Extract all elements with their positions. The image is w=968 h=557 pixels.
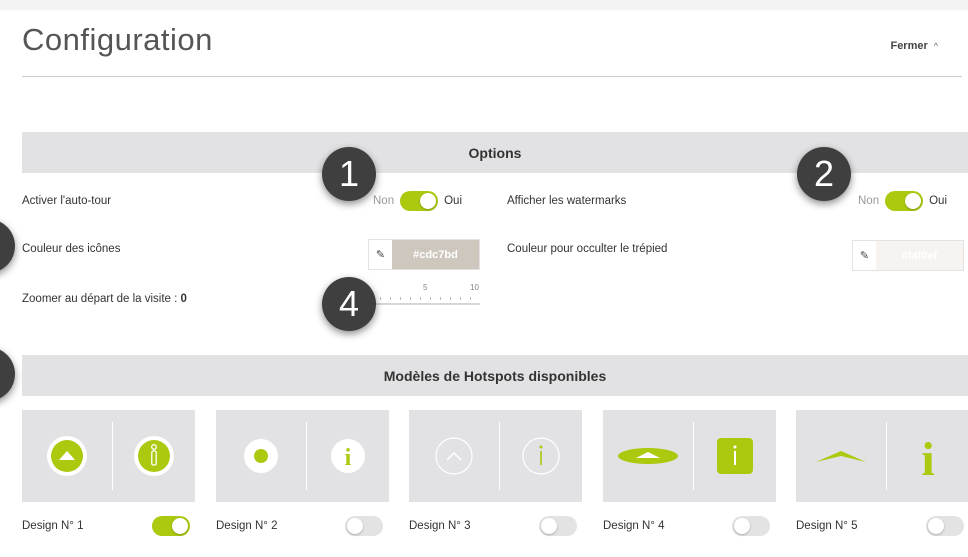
annotation-badge: 1 (322, 147, 376, 201)
toggle-knob (928, 518, 944, 534)
page-title: Configuration (22, 22, 213, 57)
slider-tick (450, 297, 451, 300)
design-2-toggle[interactable] (345, 516, 383, 536)
zoom-label: Zoomer au départ de la visite : (22, 293, 178, 305)
design-5-info-icon-cell: i (887, 410, 968, 502)
slider-tick (400, 297, 401, 300)
icon-color-value: #cdc7bd (392, 240, 479, 269)
slider-tick-label: 5 (423, 283, 428, 292)
design-5-toggle[interactable] (926, 516, 964, 536)
autotour-off-label: Non (373, 195, 395, 207)
watermarks-off-label: Non (858, 195, 880, 207)
autotour-toggle[interactable] (400, 191, 439, 211)
autotour-label: Activer l'auto-tour (22, 195, 112, 207)
design-1-label: Design N° 1 (22, 520, 84, 532)
design-4-toggle[interactable] (732, 516, 770, 536)
design-3-preview[interactable] (409, 410, 582, 502)
info-square-icon (717, 438, 753, 474)
design-4-info-icon-cell (694, 410, 776, 502)
icon-color-picker[interactable]: ✎ #cdc7bd (368, 239, 480, 270)
chevron-up-icon: ^ (933, 41, 938, 51)
tripod-color-picker[interactable]: ✎ #f4f0ef (852, 240, 964, 271)
design-3-move-icon-cell (409, 410, 499, 502)
hotspots-section-title: Modèles de Hotspots disponibles (383, 367, 607, 384)
svg-text:i: i (921, 433, 934, 481)
design-3-toggle[interactable] (539, 516, 577, 536)
info-circle-icon: i (331, 439, 365, 473)
design-3-label: Design N° 3 (409, 520, 471, 532)
slider-tick (460, 297, 461, 300)
title-divider (22, 76, 962, 77)
toggle-knob (734, 518, 750, 534)
design-5-move-icon-cell (796, 410, 886, 502)
design-1-preview[interactable] (22, 410, 195, 502)
design-4-preview[interactable] (603, 410, 776, 502)
watermarks-label: Afficher les watermarks (507, 195, 627, 207)
slider-track (375, 303, 480, 305)
toggle-knob (420, 193, 437, 209)
hotspots-section-header: Modèles de Hotspots disponibles (22, 355, 968, 396)
slider-tick (470, 297, 471, 300)
info-letter-icon: i (921, 433, 934, 481)
design-4-label: Design N° 4 (603, 520, 665, 532)
slider-tick (390, 297, 391, 300)
design-1-toggle[interactable] (152, 516, 190, 536)
slider-tick (420, 297, 421, 300)
design-2-label: Design N° 2 (216, 520, 278, 532)
design-1-info-icon-cell (113, 410, 195, 502)
watermarks-toggle[interactable] (885, 191, 924, 211)
design-1-move-icon-cell (22, 410, 112, 502)
zoom-slider[interactable]: 5 10 (375, 283, 480, 309)
chevron-circle-icon (47, 436, 87, 476)
toggle-knob (347, 518, 363, 534)
design-3-info-icon-cell (500, 410, 582, 502)
dot-circle-icon (244, 439, 278, 473)
design-2-preview[interactable]: i (216, 410, 389, 502)
zoom-label-row: Zoomer au départ de la visite : 0 (22, 293, 187, 305)
watermarks-toggle-group: Non Oui (858, 191, 947, 211)
tripod-color-label: Couleur pour occulter le trépied (507, 243, 668, 255)
slider-tick (380, 297, 381, 300)
autotour-on-label: Oui (444, 195, 463, 207)
design-5-label: Design N° 5 (796, 520, 858, 532)
chevron-outline-icon (435, 437, 473, 475)
toggle-knob (905, 193, 922, 209)
annotation-badge: 2 (797, 147, 851, 201)
slider-tick (440, 297, 441, 300)
slider-tick (430, 297, 431, 300)
close-label: Fermer (890, 40, 928, 52)
annotation-badge: 4 (322, 277, 376, 331)
info-circle-icon (134, 436, 174, 476)
design-4-move-icon-cell (603, 410, 693, 502)
info-outline-icon (522, 437, 560, 475)
design-5-preview[interactable]: i (796, 410, 968, 502)
slider-tick-label: 10 (470, 283, 479, 292)
svg-text:i: i (345, 445, 352, 471)
toggle-knob (172, 518, 188, 534)
autotour-toggle-group: Non Oui (373, 191, 462, 211)
eyedropper-icon: ✎ (375, 249, 386, 261)
ellipse-arrow-icon (618, 448, 678, 464)
slider-tick (410, 297, 411, 300)
chevron-up-flat-icon (816, 451, 866, 462)
watermarks-on-label: Oui (929, 195, 948, 207)
eyedropper-icon: ✎ (859, 250, 870, 262)
toggle-knob (541, 518, 557, 534)
tripod-color-value: #f4f0ef (876, 241, 963, 270)
design-2-move-icon-cell (216, 410, 306, 502)
design-2-info-icon-cell: i (307, 410, 389, 502)
zoom-value: 0 (180, 293, 187, 305)
close-button[interactable]: Fermer ^ (890, 40, 938, 52)
icon-color-label: Couleur des icônes (22, 243, 121, 255)
options-section-title: Options (468, 144, 522, 161)
